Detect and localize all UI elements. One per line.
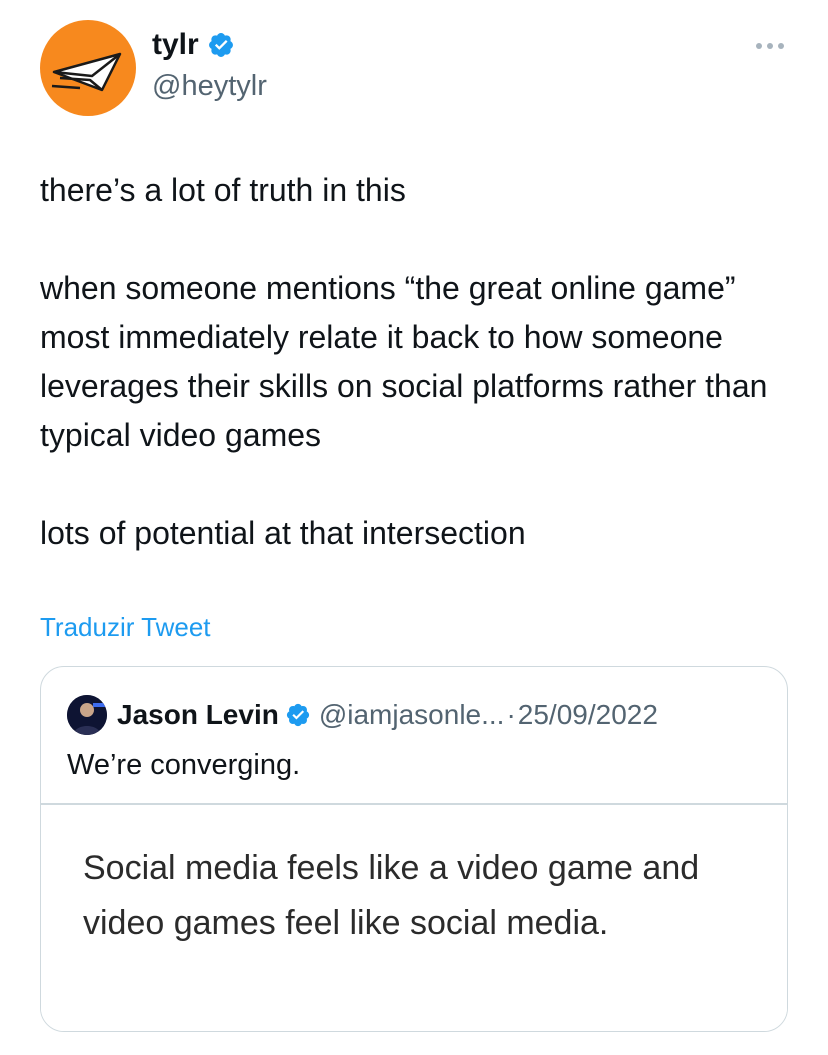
tweet-text: there’s a lot of truth in this when some… xyxy=(40,166,800,558)
quoted-tweet-date[interactable]: 25/09/2022 xyxy=(518,699,658,731)
translate-tweet-link[interactable]: Traduzir Tweet xyxy=(40,612,211,643)
more-options-icon[interactable] xyxy=(756,36,784,56)
quoted-tweet-text: We’re converging. xyxy=(67,749,301,781)
tweet-detail: tylr @heytylr there’s a lot of truth in … xyxy=(0,0,828,1055)
quoted-tweet-image[interactable]: Social media feels like a video game and… xyxy=(41,805,787,1031)
quoted-tweet[interactable]: Jason Levin @iamjasonle... · 25/09/2022 … xyxy=(40,666,788,1032)
verified-badge-icon xyxy=(286,703,309,727)
author-display-name[interactable]: tylr xyxy=(152,28,199,62)
quoted-author-handle[interactable]: @iamjasonle... xyxy=(319,699,505,731)
quoted-author-name[interactable]: Jason Levin xyxy=(117,699,279,731)
quoted-image-caption: Social media feels like a video game and… xyxy=(83,849,700,942)
dot xyxy=(767,43,773,49)
person-silhouette-icon xyxy=(67,695,107,735)
author-handle[interactable]: @heytylr xyxy=(152,70,267,103)
tweet-paragraph-1: there’s a lot of truth in this xyxy=(40,172,406,208)
quoted-tweet-header: Jason Levin @iamjasonle... · 25/09/2022 xyxy=(67,695,658,735)
author-name-row[interactable]: tylr xyxy=(152,28,235,62)
quoted-author-avatar[interactable] xyxy=(67,695,107,735)
meta-separator: · xyxy=(506,699,516,730)
verified-badge-icon xyxy=(208,33,233,57)
tweet-paragraph-3: lots of potential at that intersection xyxy=(40,515,526,551)
dot xyxy=(778,43,784,49)
paper-plane-icon xyxy=(51,52,122,92)
dot xyxy=(756,43,762,49)
tweet-paragraph-2: when someone mentions “the great online … xyxy=(40,270,768,453)
author-avatar[interactable] xyxy=(40,20,136,116)
